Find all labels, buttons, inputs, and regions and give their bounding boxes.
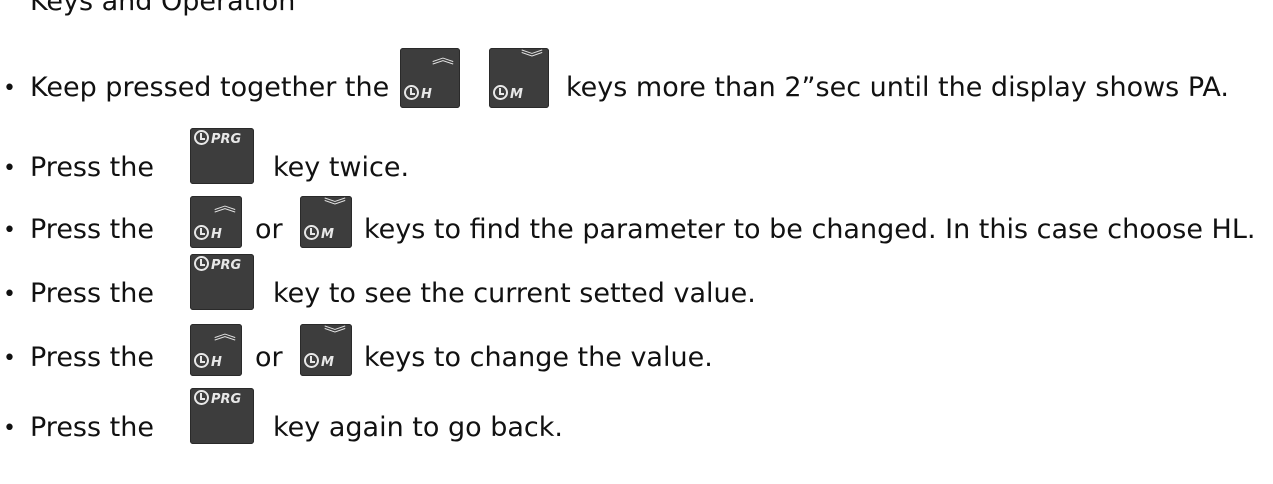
clock-icon <box>194 256 209 271</box>
step-text-pre: Press the <box>30 152 154 183</box>
step-text-mid: or <box>255 214 283 245</box>
clock-icon <box>194 353 209 368</box>
key-label: H <box>211 227 222 242</box>
key-prg[interactable]: PRG <box>190 128 254 184</box>
clock-icon <box>194 390 209 405</box>
clock-icon <box>194 225 209 240</box>
bullet: • <box>3 282 16 307</box>
key-label: M <box>510 87 523 102</box>
step-4: • Press the PRG key to see the current s… <box>0 254 1273 314</box>
bullet: • <box>3 346 16 371</box>
step-text-post: keys to find the parameter to be changed… <box>364 214 1256 245</box>
chevron-down-icon: ︾ <box>520 48 544 67</box>
bullet: • <box>3 156 16 181</box>
key-label: H <box>421 87 432 102</box>
step-text-pre: Press the <box>30 214 154 245</box>
step-text-pre: Press the <box>30 278 154 309</box>
chevron-down-icon: ︾ <box>323 324 347 343</box>
clock-icon <box>304 225 319 240</box>
bullet: • <box>3 76 16 101</box>
step-3: • Press the ︽ H or ︾ M keys to find the … <box>0 190 1273 250</box>
bullet: • <box>3 416 16 441</box>
clock-icon <box>404 85 419 100</box>
chevron-up-icon: ︽ <box>213 324 237 343</box>
key-m-down[interactable]: ︾ M <box>300 324 352 376</box>
key-m-down[interactable]: ︾ M <box>300 196 352 248</box>
key-h-up[interactable]: ︽ H <box>190 196 242 248</box>
key-label: PRG <box>211 392 242 407</box>
step-text-post: keys to change the value. <box>364 342 713 373</box>
step-6: • Press the PRG key again to go back. <box>0 388 1273 448</box>
key-h-up[interactable]: ︽ H <box>190 324 242 376</box>
step-text-pre: Keep pressed together the <box>30 72 390 103</box>
clock-icon <box>304 353 319 368</box>
step-2: • Press the PRG key twice. <box>0 128 1273 188</box>
key-label: PRG <box>211 258 242 273</box>
step-text-post: key to see the current setted value. <box>273 278 756 309</box>
clipped-heading-text: Keys and Operation <box>30 0 296 17</box>
chevron-up-icon: ︽ <box>431 48 455 67</box>
clock-icon <box>493 85 508 100</box>
step-5: • Press the ︽ H or ︾ M keys to change th… <box>0 318 1273 378</box>
step-text-mid: or <box>255 342 283 373</box>
bullet: • <box>3 218 16 243</box>
key-label: M <box>321 227 334 242</box>
step-text-pre: Press the <box>30 412 154 443</box>
key-prg[interactable]: PRG <box>190 388 254 444</box>
chevron-up-icon: ︽ <box>213 196 237 215</box>
step-text-post: keys more than 2”sec until the display s… <box>566 72 1229 103</box>
key-label: H <box>211 355 222 370</box>
key-label: M <box>321 355 334 370</box>
key-m-down[interactable]: ︾ M <box>489 48 549 108</box>
step-text-post: key twice. <box>273 152 410 183</box>
key-h-up[interactable]: ︽ H <box>400 48 460 108</box>
step-1: • Keep pressed together the ︽ H ︾ M keys… <box>0 48 1273 108</box>
step-text-pre: Press the <box>30 342 154 373</box>
chevron-down-icon: ︾ <box>323 196 347 215</box>
key-label: PRG <box>211 132 242 147</box>
step-text-post: key again to go back. <box>273 412 563 443</box>
clock-icon <box>194 130 209 145</box>
key-prg[interactable]: PRG <box>190 254 254 310</box>
